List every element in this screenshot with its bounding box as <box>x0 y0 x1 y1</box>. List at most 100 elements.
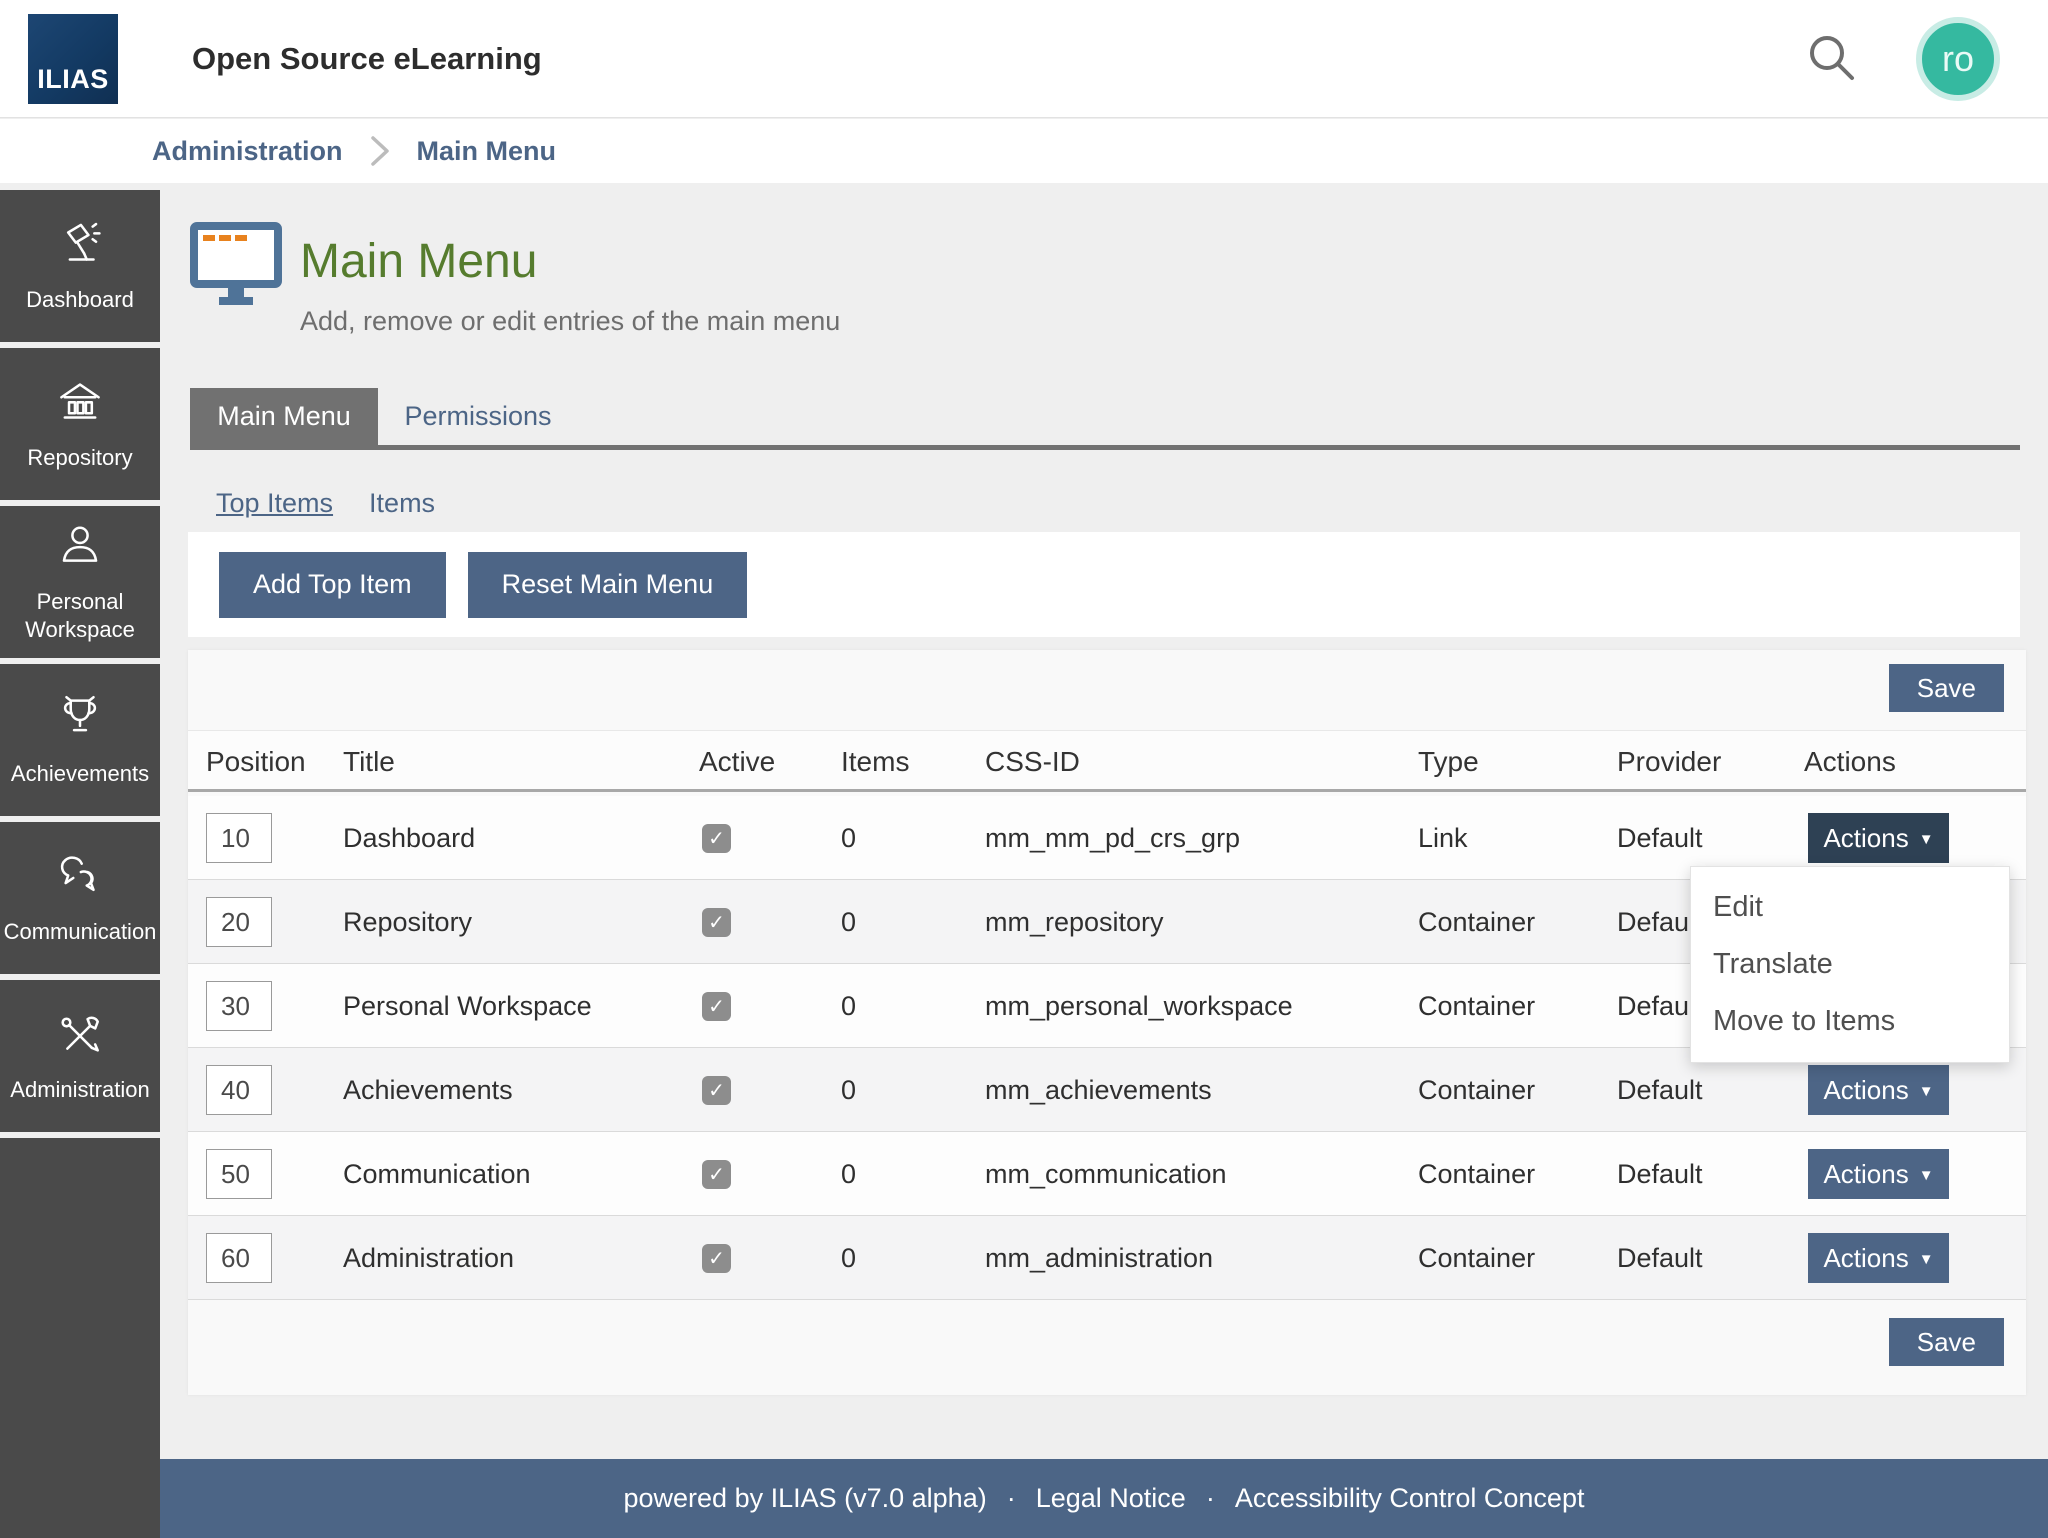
position-input[interactable] <box>206 1149 272 1199</box>
app-title: Open Source eLearning <box>192 0 542 118</box>
avatar[interactable]: ro <box>1916 17 2000 101</box>
powered-by-text: powered by ILIAS (v7.0 alpha) <box>624 1483 987 1514</box>
col-css-id: CSS-ID <box>985 731 1080 793</box>
tab-main-menu[interactable]: Main Menu <box>190 388 378 445</box>
active-checkbox[interactable]: ✓ <box>702 824 731 853</box>
row-title: Achievements <box>343 1048 513 1132</box>
tab-permissions[interactable]: Permissions <box>378 388 578 445</box>
actions-button[interactable]: Actions ▼ <box>1808 813 1949 863</box>
col-position: Position <box>206 731 306 793</box>
css-id: mm_repository <box>985 880 1164 964</box>
check-icon: ✓ <box>708 826 725 851</box>
active-checkbox[interactable]: ✓ <box>702 992 731 1021</box>
reset-main-menu-button[interactable]: Reset Main Menu <box>468 552 748 618</box>
toolbar: Add Top Item Reset Main Menu <box>188 532 2020 637</box>
breadcrumb-main-menu[interactable]: Main Menu <box>417 136 557 167</box>
css-id: mm_administration <box>985 1216 1213 1300</box>
row-title: Dashboard <box>343 796 475 880</box>
check-icon: ✓ <box>708 910 725 935</box>
lamp-icon <box>53 219 107 273</box>
top-bar: ILIAS Open Source eLearning ro <box>0 0 2048 118</box>
row-type: Container <box>1418 964 1535 1048</box>
tab-underline <box>190 445 2020 450</box>
actions-button[interactable]: Actions ▼ <box>1808 1233 1949 1283</box>
table-row: Communication ✓ 0 mm_communication Conta… <box>188 1132 2026 1216</box>
row-type: Link <box>1418 796 1468 880</box>
footer-separator: · <box>1206 1483 1215 1514</box>
search-button[interactable] <box>1800 26 1864 90</box>
row-title: Personal Workspace <box>343 964 592 1048</box>
dropdown-item-edit[interactable]: Edit <box>1691 879 2009 936</box>
table-header: Position Title Active Items CSS-ID Type … <box>188 730 2026 792</box>
ilias-logo[interactable]: ILIAS <box>28 14 118 104</box>
position-input[interactable] <box>206 981 272 1031</box>
sidebar-item-label: Dashboard <box>18 286 142 314</box>
sidebar-item-administration[interactable]: Administration <box>0 980 160 1132</box>
active-checkbox[interactable]: ✓ <box>702 1160 731 1189</box>
crossed-tools-icon <box>53 1009 107 1063</box>
row-title: Administration <box>343 1216 514 1300</box>
check-icon: ✓ <box>708 1162 725 1187</box>
avatar-initials: ro <box>1942 38 1974 80</box>
subtab-top-items[interactable]: Top Items <box>216 488 333 519</box>
active-checkbox[interactable]: ✓ <box>702 1244 731 1273</box>
legal-notice-link[interactable]: Legal Notice <box>1036 1483 1186 1514</box>
active-checkbox[interactable]: ✓ <box>702 908 731 937</box>
dropdown-item-translate[interactable]: Translate <box>1691 936 2009 993</box>
chat-bubbles-icon <box>53 851 107 905</box>
footer: powered by ILIAS (v7.0 alpha) · Legal No… <box>160 1459 2048 1538</box>
css-id: mm_achievements <box>985 1048 1212 1132</box>
row-type: Container <box>1418 1216 1535 1300</box>
caret-down-icon: ▼ <box>1919 1083 1934 1100</box>
row-provider: Default <box>1617 1132 1703 1216</box>
page-subtitle: Add, remove or edit entries of the main … <box>300 306 840 337</box>
position-input[interactable] <box>206 1065 272 1115</box>
col-type: Type <box>1418 731 1479 793</box>
sidebar-item-achievements[interactable]: Achievements <box>0 664 160 816</box>
save-button-top[interactable]: Save <box>1889 664 2004 712</box>
css-id: mm_communication <box>985 1132 1227 1216</box>
dropdown-item-move-to-items[interactable]: Move to Items <box>1691 993 2009 1050</box>
search-icon <box>1803 29 1861 87</box>
sidebar-item-label: Communication <box>0 918 164 946</box>
caret-down-icon: ▼ <box>1919 831 1934 848</box>
position-input[interactable] <box>206 813 272 863</box>
col-provider: Provider <box>1617 731 1721 793</box>
add-top-item-button[interactable]: Add Top Item <box>219 552 446 618</box>
items-count: 0 <box>841 1048 856 1132</box>
row-type: Container <box>1418 880 1535 964</box>
trophy-icon <box>53 693 107 747</box>
save-button-bottom[interactable]: Save <box>1889 1318 2004 1366</box>
screen-icon <box>190 222 282 306</box>
sidebar-item-communication[interactable]: Communication <box>0 822 160 974</box>
caret-down-icon: ▼ <box>1919 1167 1934 1184</box>
css-id: mm_personal_workspace <box>985 964 1293 1048</box>
sidebar-item-dashboard[interactable]: Dashboard <box>0 190 160 342</box>
breadcrumb-administration[interactable]: Administration <box>152 136 343 167</box>
row-provider: Default <box>1617 1216 1703 1300</box>
breadcrumb-bar: Administration Main Menu <box>0 119 2048 183</box>
sidebar-item-repository[interactable]: Repository <box>0 348 160 500</box>
row-title: Communication <box>343 1132 531 1216</box>
page-title: Main Menu <box>300 234 537 289</box>
actions-dropdown: Edit Translate Move to Items <box>1690 866 2010 1063</box>
table-row: Administration ✓ 0 mm_administration Con… <box>188 1216 2026 1300</box>
caret-down-icon: ▼ <box>1919 1251 1934 1268</box>
top-items-table: Save Position Title Active Items CSS-ID … <box>188 650 2026 1395</box>
sidebar-item-personal-workspace[interactable]: Personal Workspace <box>0 506 160 658</box>
actions-button[interactable]: Actions ▼ <box>1808 1065 1949 1115</box>
chevron-right-icon <box>369 134 391 168</box>
items-count: 0 <box>841 796 856 880</box>
logo-text: ILIAS <box>37 64 109 95</box>
accessibility-link[interactable]: Accessibility Control Concept <box>1235 1483 1585 1514</box>
items-count: 0 <box>841 1216 856 1300</box>
position-input[interactable] <box>206 1233 272 1283</box>
col-actions: Actions <box>1804 731 1896 793</box>
subtab-items[interactable]: Items <box>369 488 435 519</box>
check-icon: ✓ <box>708 1078 725 1103</box>
position-input[interactable] <box>206 897 272 947</box>
active-checkbox[interactable]: ✓ <box>702 1076 731 1105</box>
footer-separator: · <box>1007 1483 1016 1514</box>
actions-button[interactable]: Actions ▼ <box>1808 1149 1949 1199</box>
check-icon: ✓ <box>708 994 725 1019</box>
